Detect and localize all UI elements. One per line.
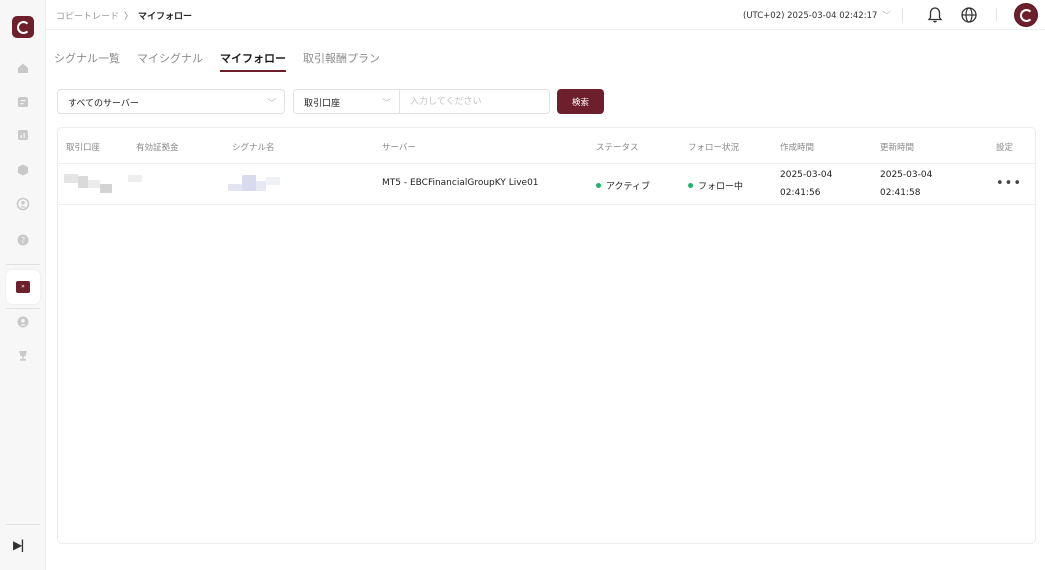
follow-status-badge: フォロー中	[688, 179, 743, 192]
chevron-down-icon: ﹀	[266, 99, 276, 109]
topbar-divider	[996, 8, 997, 22]
created-time: 02:41:56	[780, 188, 821, 198]
search-button[interactable]: 検索	[557, 89, 604, 114]
more-options-icon[interactable]: •••	[996, 176, 1022, 191]
account-icon[interactable]	[15, 94, 31, 110]
column-header-signal-name: シグナル名	[232, 143, 275, 153]
chevron-down-icon: ﹀	[882, 11, 891, 21]
topbar-divider	[902, 8, 903, 22]
account-type-select[interactable]: 取引口座 ﹀	[293, 89, 399, 114]
follow-status-dot	[688, 183, 693, 188]
table-row[interactable]: MT5 - EBCFinancialGroupKY Live01 アクティブ フ…	[58, 164, 1035, 205]
trophy-icon[interactable]	[15, 348, 31, 364]
column-header-equity: 有効証拠金	[136, 143, 179, 153]
globe-icon[interactable]	[960, 6, 978, 24]
top-bar: コピートレード〉マイフォロー (UTC+02) 2025-03-04 02:42…	[46, 0, 1045, 30]
column-header-status: ステータス	[596, 143, 639, 153]
column-header-follow-status: フォロー状況	[688, 143, 740, 153]
chart-icon[interactable]	[15, 127, 31, 143]
sidebar-divider	[6, 308, 40, 309]
server-select-value: すべてのサーバー	[68, 99, 139, 109]
sidebar-divider	[6, 524, 40, 525]
timezone-selector[interactable]: (UTC+02) 2025-03-04 02:42:17 ﹀	[743, 9, 891, 21]
breadcrumb-parent[interactable]: コピートレード	[56, 12, 119, 22]
breadcrumb-current: マイフォロー	[138, 12, 193, 22]
column-header-created-time: 作成時間	[780, 143, 815, 153]
home-icon[interactable]	[15, 60, 31, 76]
chevron-down-icon: ﹀	[381, 99, 391, 109]
tab-bar: シグナル一覧 マイシグナル マイフォロー 取引報酬プラン	[54, 50, 397, 72]
status-badge: アクティブ	[596, 179, 650, 192]
server-cell: MT5 - EBCFinancialGroupKY Live01	[382, 178, 539, 188]
tab-signal-list[interactable]: シグナル一覧	[54, 50, 120, 72]
column-header-server: サーバー	[382, 143, 416, 153]
user-icon[interactable]	[15, 196, 31, 212]
column-header-trading-account: 取引口座	[66, 143, 101, 153]
sidebar-divider	[6, 264, 40, 265]
tab-my-follows[interactable]: マイフォロー	[220, 50, 286, 72]
collapse-icon[interactable]: ▶|	[13, 538, 25, 552]
updated-time-cell: 2025-03-04 02:41:58	[880, 166, 932, 202]
status-dot	[596, 183, 601, 188]
avatar[interactable]	[1014, 3, 1038, 27]
copy-trade-icon[interactable]: »	[6, 270, 40, 304]
updated-time: 02:41:58	[880, 188, 921, 198]
svg-text:?: ?	[21, 236, 25, 245]
column-header-settings: 設定	[996, 143, 1014, 153]
follow-table: 取引口座 有効証拠金 シグナル名 サーバー ステータス フォロー状況 作成時間 …	[57, 127, 1036, 544]
profile-icon[interactable]	[15, 314, 31, 330]
table-header: 取引口座 有効証拠金 シグナル名 サーバー ステータス フォロー状況 作成時間 …	[58, 128, 1035, 164]
bell-icon[interactable]	[927, 6, 943, 24]
ebc-logo-icon[interactable]	[12, 16, 34, 38]
status-label: アクティブ	[606, 182, 651, 192]
updated-date: 2025-03-04	[880, 170, 933, 180]
cube-icon[interactable]	[15, 162, 31, 178]
account-type-select-value: 取引口座	[304, 99, 341, 109]
help-icon[interactable]: ?	[15, 232, 31, 248]
follow-status-label: フォロー中	[698, 182, 744, 192]
breadcrumb-separator: 〉	[124, 12, 134, 22]
sidebar: ? » ▶|	[0, 0, 46, 570]
tab-trading-reward-plan[interactable]: 取引報酬プラン	[303, 50, 380, 72]
search-input[interactable]	[399, 89, 550, 114]
created-time-cell: 2025-03-04 02:41:56	[780, 166, 832, 202]
timezone-label: (UTC+02) 2025-03-04 02:42:17	[743, 11, 878, 21]
breadcrumb: コピートレード〉マイフォロー	[56, 9, 192, 22]
server-select[interactable]: すべてのサーバー ﹀	[57, 89, 285, 114]
column-header-updated-time: 更新時間	[880, 143, 915, 153]
created-date: 2025-03-04	[780, 170, 833, 180]
tab-my-signals[interactable]: マイシグナル	[137, 50, 203, 72]
input-divider	[399, 94, 400, 109]
